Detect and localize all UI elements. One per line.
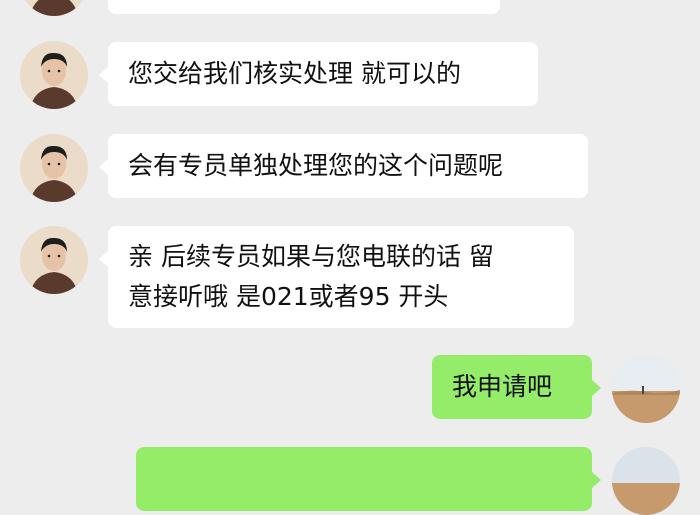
message-bubble[interactable]: 您交给我们核实处理 就可以的 xyxy=(99,42,538,106)
agent-avatar-icon xyxy=(20,41,88,109)
agent-avatar[interactable] xyxy=(20,41,88,109)
agent-avatar[interactable] xyxy=(20,226,88,294)
landscape-avatar-icon xyxy=(612,355,680,423)
message-text-line-2: 意接听哦 是021或者95 开头 xyxy=(128,282,449,311)
agent-avatar[interactable] xyxy=(20,0,88,16)
user-avatar[interactable] xyxy=(612,447,680,515)
message-text: 会有专员单独处理您的这个问题呢 xyxy=(128,151,504,180)
message-bubble-outgoing[interactable]: 我申请吧 xyxy=(432,355,601,419)
message-bubble[interactable]: 亲 后续专员如果与您电联的话 留 意接听哦 是021或者95 开头 xyxy=(99,226,574,328)
message-bubble[interactable]: 会有专员单独处理您的这个问题呢 xyxy=(99,134,588,198)
landscape-avatar-icon xyxy=(612,447,680,515)
message-text: 我申请吧 xyxy=(452,372,553,401)
agent-avatar[interactable] xyxy=(20,134,88,202)
message-bubble[interactable] xyxy=(99,0,500,14)
agent-avatar-icon xyxy=(20,134,88,202)
message-bubble-outgoing[interactable] xyxy=(136,447,601,511)
agent-avatar-icon xyxy=(20,226,88,294)
message-text: 您交给我们核实处理 就可以的 xyxy=(128,59,461,88)
chat-transcript: 您交给我们核实处理 就可以的 会有专员单独处理您的这个问题呢 亲 后续专员如果与… xyxy=(0,0,700,515)
user-avatar[interactable] xyxy=(612,355,680,423)
agent-avatar-icon xyxy=(20,0,88,16)
message-text-line-1: 亲 后续专员如果与您电联的话 留 xyxy=(128,242,494,271)
